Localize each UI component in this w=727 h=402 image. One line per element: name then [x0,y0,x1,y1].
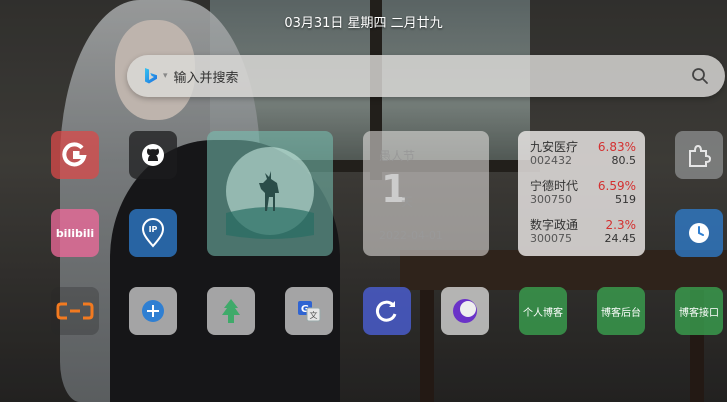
clock-icon [689,223,709,243]
date-display: 03月31日 星期四 二月廿九 [284,16,443,31]
plus-circle-icon [142,300,164,322]
stock-price: 80.5 [611,154,637,167]
bilibili-shortcut[interactable]: bilibili [51,209,99,257]
refresh-shortcut[interactable] [363,287,411,335]
holiday-date: 2022-04-01 [379,229,443,242]
stock-price: 519 [615,193,636,206]
search-icon[interactable] [691,67,709,85]
stock-change: 6.83% [597,140,636,154]
stock-change: 2.3% [605,218,637,232]
bing-icon[interactable] [143,67,159,85]
alibaba-icon [56,302,94,320]
stock-name: 九安医疗 [530,140,579,154]
refresh-icon [375,300,397,322]
search-input[interactable]: 输入并搜索 [174,67,691,86]
github-shortcut[interactable] [129,131,177,179]
holiday-name: 愚人节 [379,149,416,163]
stock-item: 宁德时代 6.59% 300750 519 [530,179,636,207]
search-bar[interactable]: ▾ 输入并搜索 [127,55,725,97]
deer-moon-icon [226,147,314,239]
stock-widget[interactable]: 九安医疗 6.83% 002432 80.5 宁德时代 6.59% 300750 519… [518,131,645,256]
stock-code: 300750 [530,193,572,206]
stock-item: 九安医疗 6.83% 002432 80.5 [530,140,637,168]
stock-change: 6.59% [597,179,636,193]
stock-price: 24.45 [604,232,637,245]
add-shortcut[interactable] [129,287,177,335]
translate-shortcut[interactable]: G 文 [285,287,333,335]
bilibili-icon: bilibili [56,227,94,240]
clock-shortcut[interactable] [675,209,723,257]
blog-admin-shortcut[interactable]: 博客后台 [597,287,645,335]
stock-code: 300075 [530,232,572,245]
holiday-unit: 天 [401,195,414,209]
alibaba-shortcut[interactable] [51,287,99,335]
svg-text:文: 文 [310,310,318,320]
tree-shortcut[interactable] [207,287,255,335]
personal-blog-shortcut[interactable]: 个人博客 [519,287,567,335]
blog-api-shortcut[interactable]: 博客接口 [675,287,723,335]
tree-icon [222,299,240,323]
ip-pin-icon: IP [141,218,165,248]
crescent-icon [453,299,477,323]
g-letter-icon [62,142,87,167]
engine-dropdown-icon[interactable]: ▾ [163,71,168,81]
puzzle-shortcut[interactable] [675,131,723,179]
puzzle-icon [689,144,712,167]
github-icon [142,144,164,166]
stock-name: 宁德时代 [530,179,579,193]
ip-shortcut[interactable]: IP [129,209,177,257]
stock-code: 002432 [530,154,572,167]
g-shortcut[interactable] [51,131,99,179]
holiday-countdown-widget[interactable]: 愚人节 1 天 2022-04-01 [363,131,489,256]
scenery-widget[interactable] [207,131,333,256]
svg-text:bilibili: bilibili [56,227,94,240]
stock-item: 数字政通 2.3% 300075 24.45 [530,218,637,246]
svg-text:IP: IP [149,225,158,234]
stock-name: 数字政通 [530,218,579,232]
moon-shortcut[interactable] [441,287,489,335]
translate-icon: G 文 [298,301,321,322]
